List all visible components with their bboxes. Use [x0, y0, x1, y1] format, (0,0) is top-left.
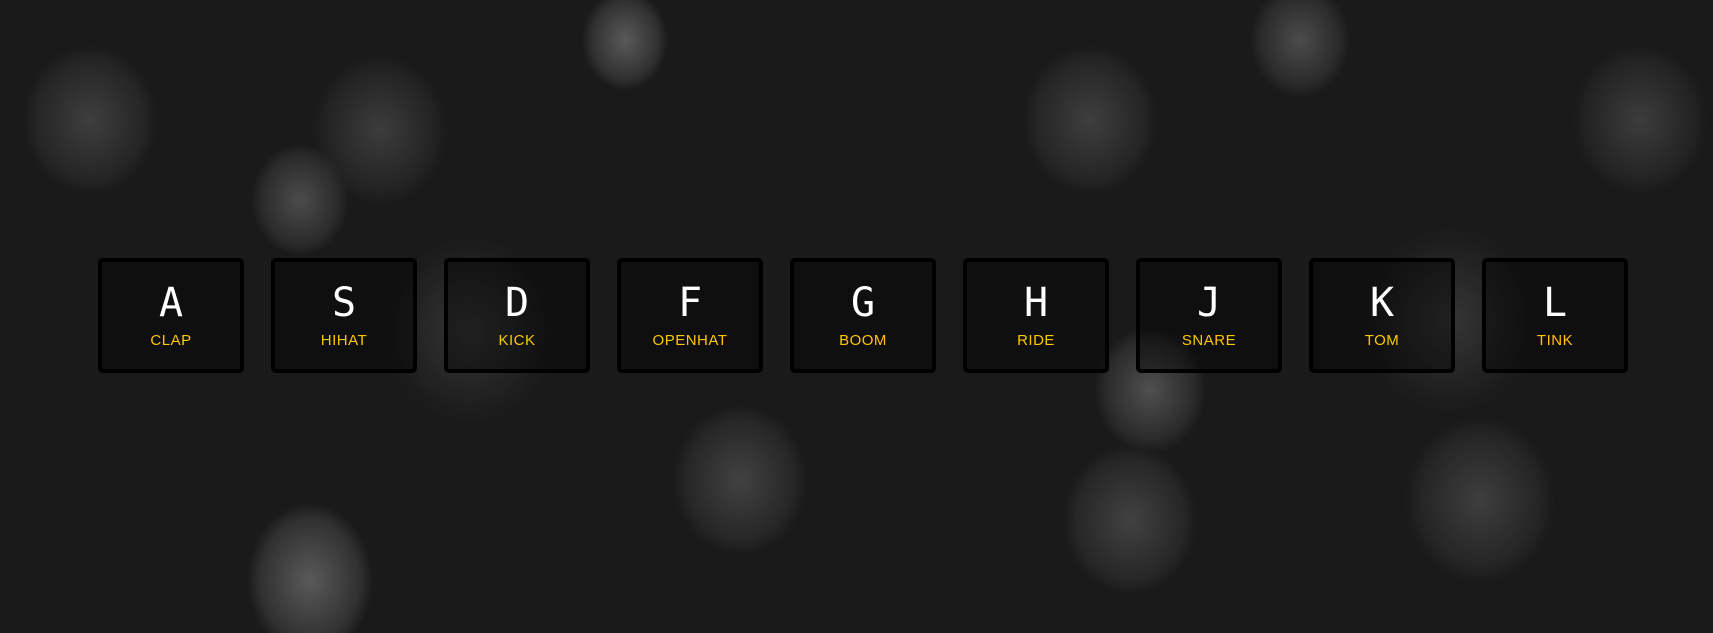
key-letter: L: [1542, 280, 1568, 326]
sound-label: TINK: [1536, 332, 1574, 349]
key-d-kick[interactable]: D KICK: [444, 258, 590, 373]
sound-label: CLAP: [150, 332, 192, 349]
sound-label: OPENHAT: [652, 332, 728, 349]
key-j-snare[interactable]: J SNARE: [1136, 258, 1282, 373]
key-letter: S: [331, 280, 357, 326]
key-s-hihat[interactable]: S HIHAT: [271, 258, 417, 373]
sound-label: KICK: [498, 332, 536, 349]
key-letter: J: [1196, 280, 1222, 326]
key-f-openhat[interactable]: F OPENHAT: [617, 258, 763, 373]
sound-label: SNARE: [1181, 332, 1237, 349]
key-k-tom[interactable]: K TOM: [1309, 258, 1455, 373]
key-a-clap[interactable]: A CLAP: [98, 258, 244, 373]
sound-label: RIDE: [1017, 332, 1055, 349]
key-letter: D: [504, 280, 530, 326]
key-l-tink[interactable]: L TINK: [1482, 258, 1628, 373]
key-g-boom[interactable]: G BOOM: [790, 258, 936, 373]
sound-label: TOM: [1364, 332, 1400, 349]
crowd-background-image: A CLAP S HIHAT D KICK F OPENHAT G BOOM H…: [0, 0, 1713, 633]
key-letter: K: [1369, 280, 1395, 326]
key-letter: G: [850, 280, 876, 326]
sound-label: HIHAT: [320, 332, 368, 349]
key-letter: H: [1023, 280, 1049, 326]
sound-label: BOOM: [839, 332, 887, 349]
key-letter: F: [677, 280, 703, 326]
key-h-ride[interactable]: H RIDE: [963, 258, 1109, 373]
drum-keys: A CLAP S HIHAT D KICK F OPENHAT G BOOM H…: [98, 258, 1628, 373]
key-letter: A: [158, 280, 184, 326]
